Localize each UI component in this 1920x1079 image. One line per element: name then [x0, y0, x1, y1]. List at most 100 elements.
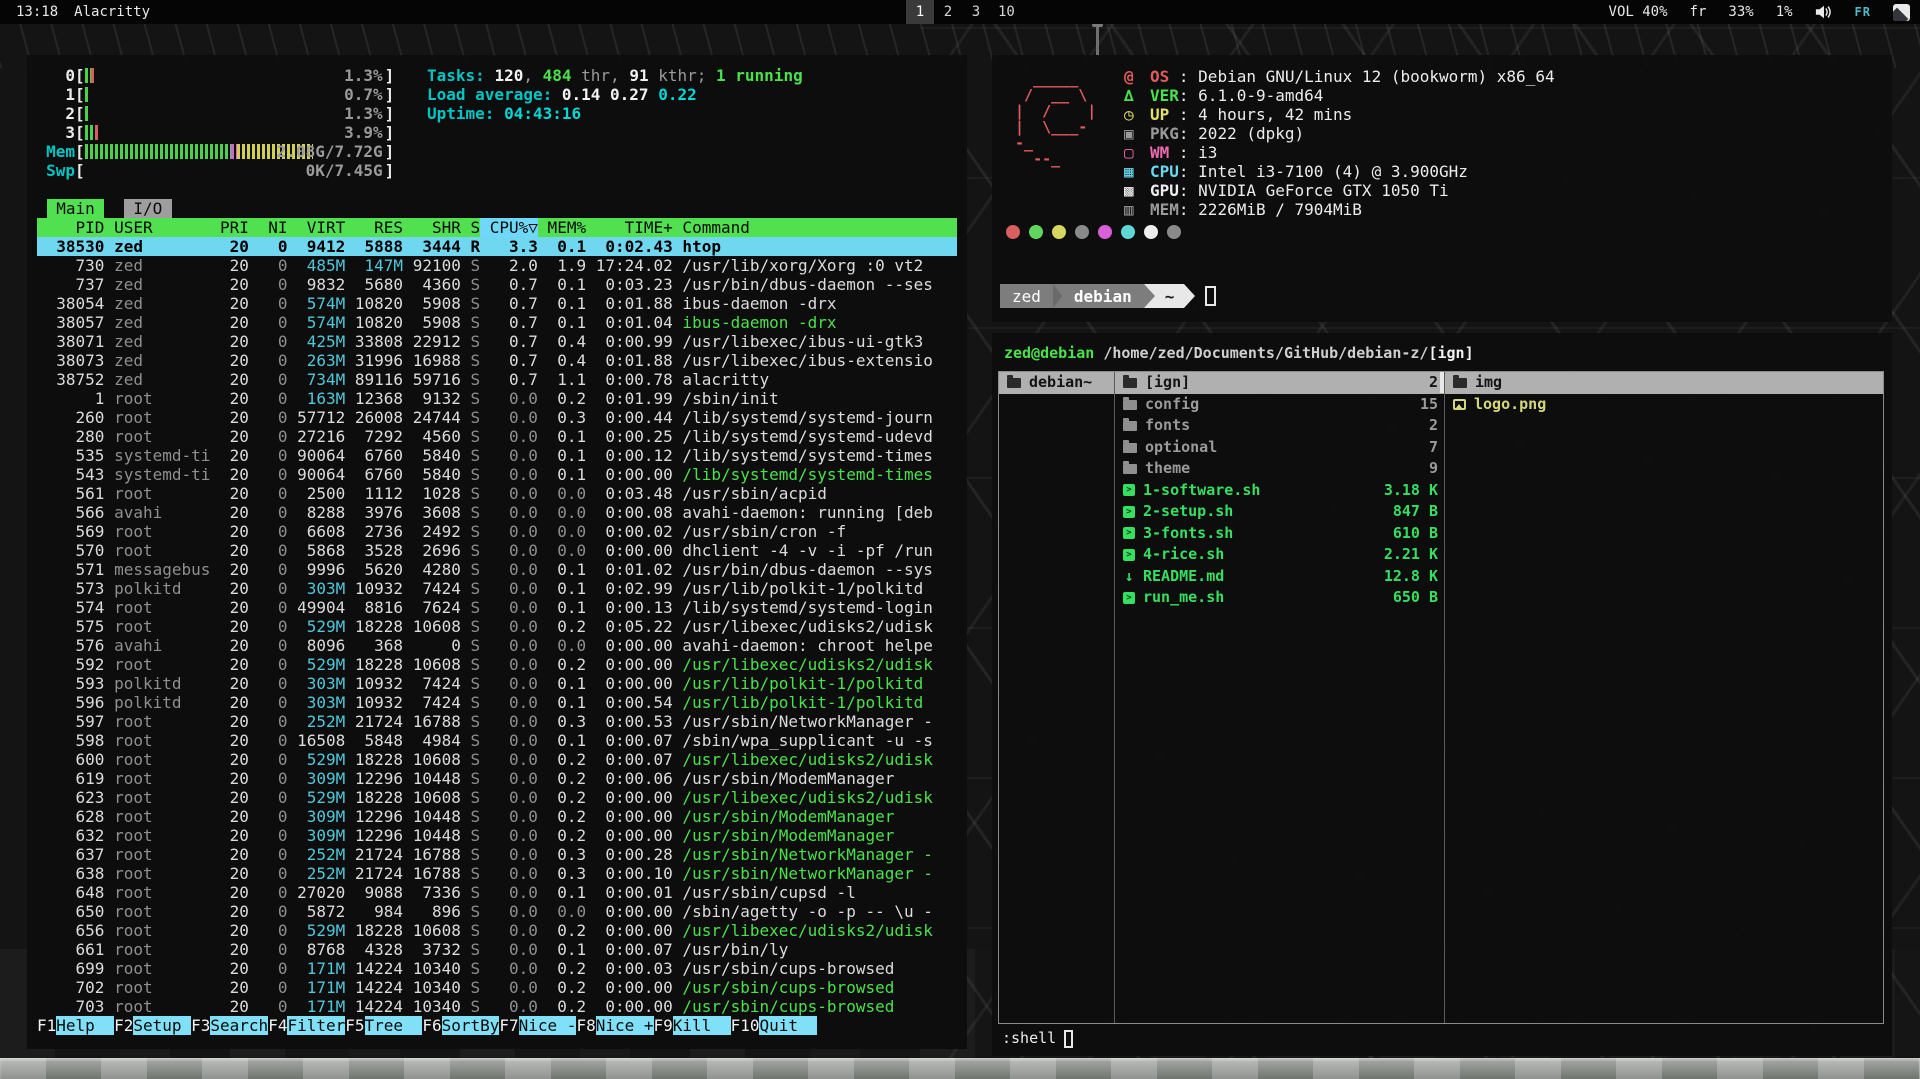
column-header-shr[interactable]: SHR [403, 218, 461, 237]
process-row-592[interactable]: 592 root 20 0 529M 18228 10608 S 0.0 0.2… [37, 655, 957, 674]
keyboard-layout-indicator[interactable]: FR [1855, 5, 1871, 19]
process-table-header[interactable]: PID USER PRI NI VIRT RES SHR S CPU%▽ MEM… [37, 218, 957, 237]
sysinfo-ver: ∆VER: 6.1.0-9-amd64 [1124, 86, 1555, 105]
file-row-run_me.sh[interactable]: run_me.sh650 B [1115, 587, 1444, 609]
speaker-icon[interactable] [1815, 4, 1833, 20]
htop-function-keys: F1Help F2Setup F3SearchF4FilterF5Tree F6… [37, 1016, 957, 1035]
file-row-2-setup.sh[interactable]: 2-setup.sh847 B [1115, 501, 1444, 523]
process-row-737[interactable]: 737 zed 20 0 9832 5680 4360 S 0.7 0.1 0:… [37, 275, 957, 294]
process-row-571[interactable]: 571 messagebus 20 0 9996 5620 4280 S 0.0… [37, 560, 957, 579]
workspace-button-10[interactable]: 10 [990, 0, 1023, 24]
systray-flameshot-icon[interactable] [1893, 4, 1910, 21]
script-icon [1123, 506, 1135, 518]
file-row-logo.png[interactable]: logo.png [1445, 394, 1883, 416]
process-row-650[interactable]: 650 root 20 0 5872 984 896 S 0.0 0.0 0:0… [37, 902, 957, 921]
process-row-637[interactable]: 637 root 20 0 252M 21724 16788 S 0.0 0.3… [37, 845, 957, 864]
process-row-570[interactable]: 570 root 20 0 5868 3528 2696 S 0.0 0.0 0… [37, 541, 957, 560]
process-row-628[interactable]: 628 root 20 0 309M 12296 10448 S 0.0 0.2… [37, 807, 957, 826]
column-header-command[interactable]: Command [673, 218, 750, 237]
sysinfo-pkg: ▣PKG: 2022 (dpkg) [1124, 124, 1555, 143]
file-row-1-software.sh[interactable]: 1-software.sh3.18 K [1115, 480, 1444, 502]
column-header-time[interactable]: TIME+ [586, 218, 673, 237]
workspace-button-1[interactable]: 1 [906, 0, 934, 24]
file-row-ign[interactable]: [ign]2 [1115, 372, 1444, 394]
file-row-optional[interactable]: optional7 [1115, 437, 1444, 459]
process-row-575[interactable]: 575 root 20 0 529M 18228 10608 S 0.0 0.2… [37, 617, 957, 636]
htop-tab-io[interactable]: I/O [124, 199, 172, 218]
process-row-703[interactable]: 703 root 20 0 171M 14224 10340 S 0.0 0.2… [37, 997, 957, 1016]
process-row-38073[interactable]: 38073 zed 20 0 263M 31996 16988 S 0.7 0.… [37, 351, 957, 370]
process-row-702[interactable]: 702 root 20 0 171M 14224 10340 S 0.0 0.2… [37, 978, 957, 997]
process-row-561[interactable]: 561 root 20 0 2500 1112 1028 S 0.0 0.0 0… [37, 484, 957, 503]
process-row-574[interactable]: 574 root 20 0 49904 8816 7624 S 0.0 0.1 … [37, 598, 957, 617]
tasks-line: Tasks: 120, 484 thr, 91 kthr; 1 running [427, 66, 803, 85]
fkey-f4[interactable]: F4Filter [268, 1016, 345, 1035]
process-row-543[interactable]: 543 systemd-ti 20 0 90064 6760 5840 S 0.… [37, 465, 957, 484]
process-row-38530[interactable]: 38530 zed 20 0 9412 5888 3444 R 3.3 0.1 … [37, 237, 957, 256]
process-row-598[interactable]: 598 root 20 0 16508 5848 4984 S 0.0 0.1 … [37, 731, 957, 750]
process-row-623[interactable]: 623 root 20 0 529M 18228 10608 S 0.0 0.2… [37, 788, 957, 807]
file-row-img[interactable]: img [1445, 372, 1883, 394]
file-row-4-rice.sh[interactable]: 4-rice.sh2.21 K [1115, 544, 1444, 566]
file-row-fonts[interactable]: fonts2 [1115, 415, 1444, 437]
fkey-f6[interactable]: F6SortBy [422, 1016, 499, 1035]
shell-prompt[interactable]: zed debian ~ [1000, 284, 1216, 308]
column-header-s[interactable]: S [461, 218, 480, 237]
process-row-638[interactable]: 638 root 20 0 252M 21724 16788 S 0.0 0.3… [37, 864, 957, 883]
fkey-f10[interactable]: F10Quit [731, 1016, 818, 1035]
column-header-virt[interactable]: VIRT [287, 218, 345, 237]
command-status-line[interactable]: :shell [1002, 1028, 1073, 1050]
process-row-566[interactable]: 566 avahi 20 0 8288 3976 3608 S 0.0 0.0 … [37, 503, 957, 522]
file-row-3-fonts.sh[interactable]: 3-fonts.sh610 B [1115, 523, 1444, 545]
process-row-661[interactable]: 661 root 20 0 8768 4328 3732 S 0.0 0.1 0… [37, 940, 957, 959]
fkey-f3[interactable]: F3Search [191, 1016, 268, 1035]
column-header-cpu[interactable]: CPU%▽ [480, 218, 538, 237]
prompt-cwd-segment: ~ [1155, 284, 1185, 308]
process-row-38054[interactable]: 38054 zed 20 0 574M 10820 5908 S 0.7 0.1… [37, 294, 957, 313]
process-row-648[interactable]: 648 root 20 0 27020 9088 7336 S 0.0 0.1 … [37, 883, 957, 902]
fkey-f5[interactable]: F5Tree [345, 1016, 422, 1035]
fkey-f7[interactable]: F7Nice - [499, 1016, 576, 1035]
uptime-line: Uptime: 04:43:16 [427, 104, 803, 123]
file-row-README.md[interactable]: ↓README.md12.8 K [1115, 566, 1444, 588]
process-row-656[interactable]: 656 root 20 0 529M 18228 10608 S 0.0 0.2… [37, 921, 957, 940]
fkey-f2[interactable]: F2Setup [114, 1016, 191, 1035]
process-row-535[interactable]: 535 systemd-ti 20 0 90064 6760 5840 S 0.… [37, 446, 957, 465]
column-header-pid[interactable]: PID [37, 218, 104, 237]
file-row-config[interactable]: config15 [1115, 394, 1444, 416]
process-row-38057[interactable]: 38057 zed 20 0 574M 10820 5908 S 0.7 0.1… [37, 313, 957, 332]
fkey-f8[interactable]: F8Nice + [576, 1016, 653, 1035]
process-row-576[interactable]: 576 avahi 20 0 8096 368 0 S 0.0 0.0 0:00… [37, 636, 957, 655]
htop-tabs: Main I/O [37, 199, 957, 218]
workspace-button-3[interactable]: 3 [962, 0, 990, 24]
column-header-mem[interactable]: MEM% [538, 218, 586, 237]
process-row-730[interactable]: 730 zed 20 0 485M 147M 92100 S 2.0 1.9 1… [37, 256, 957, 275]
process-row-569[interactable]: 569 root 20 0 6608 2736 2492 S 0.0 0.0 0… [37, 522, 957, 541]
fkey-f9[interactable]: F9Kill [654, 1016, 731, 1035]
process-row-597[interactable]: 597 root 20 0 252M 21724 16788 S 0.0 0.3… [37, 712, 957, 731]
column-header-pri[interactable]: PRI [210, 218, 249, 237]
process-row-593[interactable]: 593 polkitd 20 0 303M 10932 7424 S 0.0 0… [37, 674, 957, 693]
pane-scrollbar[interactable] [1440, 372, 1444, 393]
color-dot [1075, 225, 1089, 239]
column-header-ni[interactable]: NI [249, 218, 288, 237]
workspace-button-2[interactable]: 2 [934, 0, 962, 24]
process-row-573[interactable]: 573 polkitd 20 0 303M 10932 7424 S 0.0 0… [37, 579, 957, 598]
process-row-1[interactable]: 1 root 20 0 163M 12368 9132 S 0.0 0.2 0:… [37, 389, 957, 408]
process-row-38752[interactable]: 38752 zed 20 0 734M 89116 59716 S 0.7 1.… [37, 370, 957, 389]
process-row-600[interactable]: 600 root 20 0 529M 18228 10608 S 0.0 0.2… [37, 750, 957, 769]
column-header-user[interactable]: USER [104, 218, 210, 237]
process-row-596[interactable]: 596 polkitd 20 0 303M 10932 7424 S 0.0 0… [37, 693, 957, 712]
process-row-699[interactable]: 699 root 20 0 171M 14224 10340 S 0.0 0.2… [37, 959, 957, 978]
file-row-debian[interactable]: debian~ [999, 372, 1114, 394]
htop-tab-main[interactable]: Main [47, 199, 105, 218]
water-band [0, 1058, 1920, 1079]
process-row-619[interactable]: 619 root 20 0 309M 12296 10448 S 0.0 0.2… [37, 769, 957, 788]
file-row-theme[interactable]: theme9 [1115, 458, 1444, 480]
column-header-res[interactable]: RES [345, 218, 403, 237]
process-row-280[interactable]: 280 root 20 0 27216 7292 4560 S 0.0 0.1 … [37, 427, 957, 446]
process-row-260[interactable]: 260 root 20 0 57712 26008 24744 S 0.0 0.… [37, 408, 957, 427]
fkey-f1[interactable]: F1Help [37, 1016, 114, 1035]
process-row-38071[interactable]: 38071 zed 20 0 425M 33808 22912 S 0.7 0.… [37, 332, 957, 351]
process-row-632[interactable]: 632 root 20 0 309M 12296 10448 S 0.0 0.2… [37, 826, 957, 845]
